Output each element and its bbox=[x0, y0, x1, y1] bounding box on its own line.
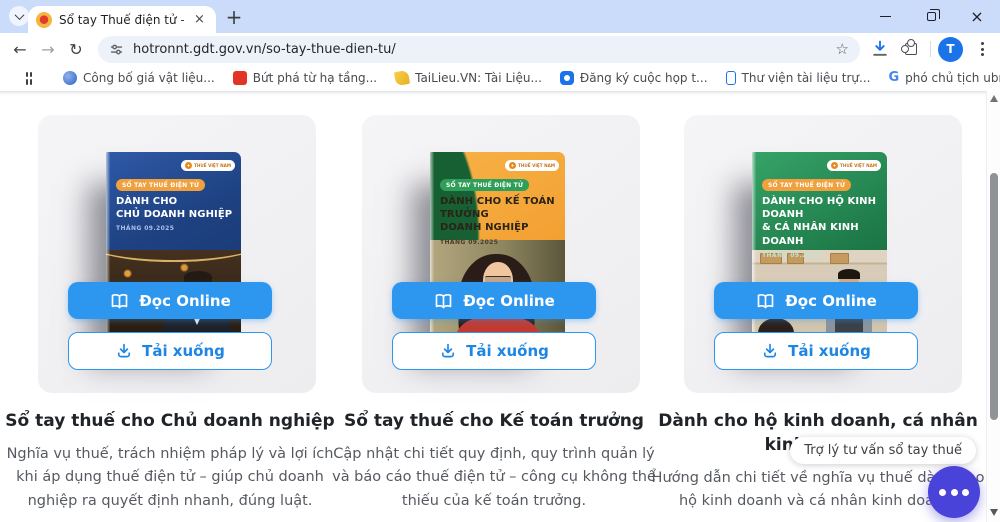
bookmark-item[interactable]: Công bố giá vật liệu... bbox=[63, 71, 215, 85]
download-button[interactable]: Tải xuống bbox=[392, 332, 596, 370]
thue-vietnam-logo: THUẾ VIỆT NAM bbox=[505, 160, 559, 171]
page-scrollbar[interactable] bbox=[986, 91, 1000, 522]
cover-title: DÀNH CHO HỘ KINH DOANH & CÁ NHÂN KINH DO… bbox=[762, 195, 881, 248]
thue-vietnam-logo: THUẾ VIỆT NAM bbox=[181, 160, 235, 171]
scroll-up-arrow-icon[interactable] bbox=[990, 95, 998, 102]
bookmark-label: Thư viện tài liệu trự... bbox=[742, 71, 871, 85]
open-book-icon bbox=[109, 292, 130, 310]
tailieu-icon bbox=[394, 70, 410, 86]
browser-tab[interactable]: Sổ tay Thuế điện tử – Cổng thô × bbox=[28, 6, 216, 33]
toolbar-actions: T bbox=[868, 37, 994, 62]
read-online-button[interactable]: Đọc Online bbox=[392, 282, 596, 319]
browser-toolbar: ← → ↻ hotronnt.gdt.gov.vn/so-tay-thue-di… bbox=[0, 33, 1000, 65]
reload-button[interactable]: ↻ bbox=[62, 35, 90, 63]
card-heading: Sổ tay thuế cho Chủ doanh nghiệp bbox=[2, 410, 338, 434]
minimize-icon bbox=[880, 16, 891, 18]
bookmark-item[interactable]: G phó chủ tịch ubmtt... bbox=[888, 71, 1000, 85]
cover-title: DÀNH CHO KẾ TOÁN TRƯỞNG DOANH NGHIỆP bbox=[440, 195, 559, 235]
cover-month: THÁNG 09.2025 bbox=[762, 252, 820, 259]
tab-search-button[interactable] bbox=[9, 6, 29, 26]
logo-dot-icon bbox=[185, 162, 192, 169]
download-tray-icon bbox=[761, 342, 779, 360]
forward-button[interactable]: → bbox=[34, 35, 62, 63]
bookmark-item[interactable]: Bứt phá từ hạ tầng... bbox=[233, 71, 377, 85]
maximize-button[interactable] bbox=[908, 0, 954, 33]
extensions-button[interactable] bbox=[899, 37, 923, 61]
bookmark-item[interactable]: Thư viện tài liệu trự... bbox=[726, 71, 871, 85]
scrollbar-thumb[interactable] bbox=[990, 173, 998, 420]
scroll-down-arrow-icon[interactable] bbox=[990, 509, 998, 516]
download-tray-icon bbox=[115, 342, 133, 360]
red-site-icon bbox=[233, 71, 247, 85]
cover-month: THÁNG 09.2025 bbox=[440, 239, 498, 246]
bookmark-label: Công bố giá vật liệu... bbox=[83, 71, 215, 85]
handbook-card-household-business: THUẾ VIỆT NAM SỔ TAY THUẾ ĐIỆN TỬ DÀNH C… bbox=[684, 115, 962, 393]
cover-badge: SỔ TAY THUẾ ĐIỆN TỬ bbox=[762, 179, 851, 191]
chevron-down-icon bbox=[14, 10, 24, 20]
bookmark-label: Đăng ký cuộc họp t... bbox=[580, 71, 708, 85]
handbook-card-chief-accountant: THUẾ VIỆT NAM SỔ TAY THUẾ ĐIỆN TỬ DÀNH C… bbox=[362, 115, 640, 393]
library-icon bbox=[726, 71, 736, 85]
new-tab-button[interactable]: + bbox=[221, 4, 247, 30]
google-icon: G bbox=[888, 71, 899, 85]
site-settings-icon[interactable] bbox=[109, 42, 124, 57]
read-online-button[interactable]: Đọc Online bbox=[68, 282, 272, 319]
logo-dot-icon bbox=[509, 162, 516, 169]
card-heading: Sổ tay thuế cho Kế toán trưởng bbox=[326, 410, 662, 434]
tab-title: Sổ tay Thuế điện tử – Cổng thô bbox=[59, 13, 184, 27]
site-favicon-icon bbox=[36, 12, 52, 28]
bookmarks-bar: Công bố giá vật liệu... Bứt phá từ hạ tầ… bbox=[0, 65, 1000, 91]
downloads-button[interactable] bbox=[868, 37, 892, 61]
url-text[interactable]: hotronnt.gdt.gov.vn/so-tay-thue-dien-tu/ bbox=[133, 42, 827, 57]
profile-avatar[interactable]: T bbox=[938, 37, 963, 62]
cover-badge: SỔ TAY THUẾ ĐIỆN TỬ bbox=[440, 179, 529, 191]
card-text-business-owner: Sổ tay thuế cho Chủ doanh nghiệp Nghĩa v… bbox=[2, 410, 338, 513]
menu-button[interactable] bbox=[970, 37, 994, 61]
tab-strip: Sổ tay Thuế điện tử – Cổng thô × + × bbox=[0, 0, 1000, 33]
thue-vietnam-logo: THUẾ VIỆT NAM bbox=[827, 160, 881, 171]
bookmark-label: phó chủ tịch ubmtt... bbox=[905, 71, 1000, 85]
bookmark-label: Bứt phá từ hạ tầng... bbox=[253, 71, 377, 85]
open-book-icon bbox=[755, 292, 776, 310]
logo-dot-icon bbox=[831, 162, 838, 169]
download-button[interactable]: Tải xuống bbox=[68, 332, 272, 370]
card-description: Nghĩa vụ thuế, trách nhiệm pháp lý và lợ… bbox=[2, 443, 338, 513]
download-button[interactable]: Tải xuống bbox=[714, 332, 918, 370]
apps-grid-icon[interactable] bbox=[26, 72, 32, 85]
bookmark-item[interactable]: Đăng ký cuộc họp t... bbox=[560, 71, 708, 85]
bookmark-label: TaiLieu.VN: Tài Liệu... bbox=[415, 71, 542, 85]
tab-close-icon[interactable]: × bbox=[191, 11, 208, 28]
page-content: THUẾ VIỆT NAM SỔ TAY THUẾ ĐIỆN TỬ DÀNH C… bbox=[0, 91, 1000, 522]
globe-icon bbox=[63, 71, 77, 85]
address-bar[interactable]: hotronnt.gdt.gov.vn/so-tay-thue-dien-tu/… bbox=[98, 36, 860, 63]
download-icon bbox=[870, 39, 890, 59]
back-button[interactable]: ← bbox=[6, 35, 34, 63]
cover-title: DÀNH CHO CHỦ DOANH NGHIỆP bbox=[116, 195, 232, 221]
chat-tooltip: Trợ lý tư vấn sổ tay thuế bbox=[790, 437, 976, 464]
read-online-button[interactable]: Đọc Online bbox=[714, 282, 918, 319]
minimize-button[interactable] bbox=[862, 0, 908, 33]
cover-month: THÁNG 09.2025 bbox=[116, 225, 174, 232]
card-text-chief-accountant: Sổ tay thuế cho Kế toán trưởng Cập nhật … bbox=[326, 410, 662, 513]
restore-icon bbox=[927, 12, 936, 21]
kebab-menu-icon bbox=[972, 42, 992, 56]
handbook-card-business-owner: THUẾ VIỆT NAM SỔ TAY THUẾ ĐIỆN TỬ DÀNH C… bbox=[38, 115, 316, 393]
browser-window: Sổ tay Thuế điện tử – Cổng thô × + × ← →… bbox=[0, 0, 1000, 522]
dots-icon bbox=[939, 489, 946, 496]
bookmark-star-icon[interactable]: ☆ bbox=[836, 40, 849, 58]
chat-assistant-button[interactable] bbox=[928, 466, 980, 518]
card-description: Cập nhật chi tiết quy định, quy trình qu… bbox=[326, 443, 662, 513]
bookmark-item[interactable]: TaiLieu.VN: Tài Liệu... bbox=[395, 71, 542, 85]
window-close-button[interactable]: × bbox=[954, 0, 1000, 33]
cover-badge: SỔ TAY THUẾ ĐIỆN TỬ bbox=[116, 179, 205, 191]
open-book-icon bbox=[433, 292, 454, 310]
window-controls: × bbox=[862, 0, 1000, 33]
toolbar-divider bbox=[930, 41, 931, 57]
meeting-icon bbox=[560, 71, 574, 85]
puzzle-icon bbox=[905, 43, 917, 55]
download-tray-icon bbox=[439, 342, 457, 360]
